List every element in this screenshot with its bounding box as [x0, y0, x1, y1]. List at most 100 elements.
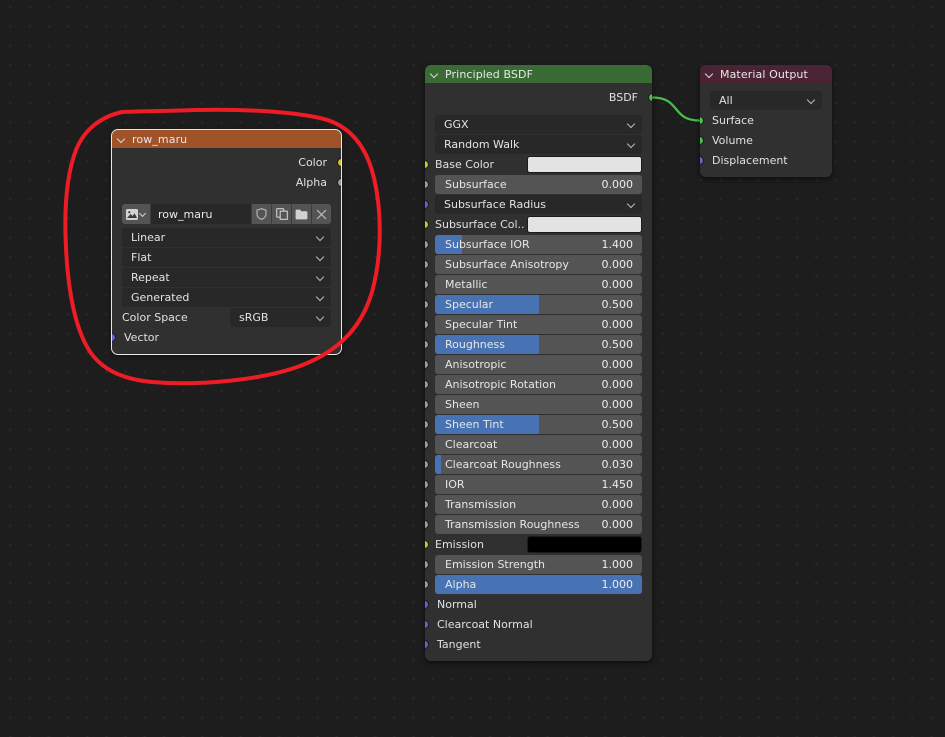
principled-input-rows: Base Color Subsurface 0.000 Subsurface Radi…: [425, 155, 652, 654]
distribution-enum[interactable]: GGX: [435, 115, 642, 134]
socket-output-bsdf[interactable]: [648, 93, 652, 102]
input-row-subsurface-col[interactable]: Subsurface Col..: [435, 215, 642, 234]
distribution-enum-row[interactable]: GGX: [435, 115, 642, 134]
fake-user-button[interactable]: [251, 204, 271, 224]
slider-alpha[interactable]: Alpha 1.000: [435, 575, 642, 594]
unlink-image-button[interactable]: [311, 204, 331, 224]
chevron-down-icon[interactable]: [706, 70, 715, 79]
material-output-node[interactable]: Material Output All Surface Volume Displ…: [700, 65, 832, 177]
chevron-down-icon: [628, 141, 636, 149]
input-row-specular[interactable]: Specular 0.500: [435, 295, 642, 314]
slider-specular[interactable]: Specular 0.500: [435, 295, 642, 314]
color-space-row[interactable]: Color Space sRGB: [122, 308, 331, 327]
slider-anisotropic-rotation[interactable]: Anisotropic Rotation 0.000: [435, 375, 642, 394]
input-row-subsurface[interactable]: Subsurface 0.000: [435, 175, 642, 194]
chevron-down-icon[interactable]: [431, 70, 440, 79]
input-row-anisotropic[interactable]: Anisotropic 0.000: [435, 355, 642, 374]
slider-label: Alpha: [445, 578, 477, 591]
color-space-enum-value: sRGB: [239, 311, 269, 324]
input-row-metallic[interactable]: Metallic 0.000: [435, 275, 642, 294]
slider-clearcoat[interactable]: Clearcoat 0.000: [435, 435, 642, 454]
input-row-subsurface-ior[interactable]: Subsurface IOR 1.400: [435, 235, 642, 254]
principled-bsdf-node-header[interactable]: Principled BSDF: [425, 65, 652, 83]
input-row-emission[interactable]: Emission: [435, 535, 642, 554]
interpolation-enum-row[interactable]: Linear: [122, 228, 331, 247]
source-enum[interactable]: Generated: [122, 288, 331, 307]
socket-output-alpha[interactable]: [337, 178, 341, 187]
input-row-emission-strength[interactable]: Emission Strength 1.000: [435, 555, 642, 574]
slider-metallic[interactable]: Metallic 0.000: [435, 275, 642, 294]
input-row-alpha[interactable]: Alpha 1.000: [435, 575, 642, 594]
slider-transmission[interactable]: Transmission 0.000: [435, 495, 642, 514]
image-name-field[interactable]: row_maru: [151, 204, 251, 224]
slider-emission-strength[interactable]: Emission Strength 1.000: [435, 555, 642, 574]
subsurface-method-enum-row[interactable]: Random Walk: [435, 135, 642, 154]
image-icon-button[interactable]: [122, 204, 151, 224]
extension-enum-row[interactable]: Repeat: [122, 268, 331, 287]
input-row-subsurface-radius[interactable]: Subsurface Radius: [435, 195, 642, 214]
input-row-clearcoat-roughness[interactable]: Clearcoat Roughness 0.030: [435, 455, 642, 474]
slider-subsurface-anisotropy[interactable]: Subsurface Anisotropy 0.000: [435, 255, 642, 274]
input-label-displacement: Displacement: [712, 154, 788, 167]
slider-label: Clearcoat: [445, 438, 498, 451]
slider-anisotropic[interactable]: Anisotropic 0.000: [435, 355, 642, 374]
slider-specular-tint[interactable]: Specular Tint 0.000: [435, 315, 642, 334]
color-swatch-emission[interactable]: [527, 536, 642, 553]
input-label-surface: Surface: [712, 114, 754, 127]
chevron-down-icon: [317, 254, 325, 262]
projection-enum-row[interactable]: Flat: [122, 248, 331, 267]
color-space-enum[interactable]: sRGB: [230, 308, 331, 327]
image-texture-node-header[interactable]: row_maru: [112, 130, 341, 148]
slider-value: 0.000: [601, 398, 634, 411]
socket-output-color[interactable]: [337, 158, 341, 167]
slider-value: 1.450: [601, 478, 634, 491]
color-swatch-subsurface-col[interactable]: [527, 216, 642, 233]
slider-label: Subsurface: [445, 178, 507, 191]
chevron-down-icon: [628, 121, 636, 129]
slider-transmission-roughness[interactable]: Transmission Roughness 0.000: [435, 515, 642, 534]
input-label: Normal: [437, 598, 477, 611]
output-label-bsdf: BSDF: [608, 91, 638, 104]
input-label: Clearcoat Normal: [437, 618, 533, 631]
slider-value: 0.030: [601, 458, 634, 471]
slider-sheen-tint[interactable]: Sheen Tint 0.500: [435, 415, 642, 434]
image-texture-node[interactable]: row_maru Color Alpha row_maru Linear Fla…: [111, 129, 342, 355]
dropdown-subsurface-radius[interactable]: Subsurface Radius: [435, 195, 642, 214]
input-row-transmission-roughness[interactable]: Transmission Roughness 0.000: [435, 515, 642, 534]
target-enum-row[interactable]: All: [710, 91, 822, 110]
slider-clearcoat-roughness[interactable]: Clearcoat Roughness 0.030: [435, 455, 642, 474]
input-row-transmission[interactable]: Transmission 0.000: [435, 495, 642, 514]
subsurface-method-enum[interactable]: Random Walk: [435, 135, 642, 154]
open-image-button[interactable]: [291, 204, 311, 224]
projection-enum[interactable]: Flat: [122, 248, 331, 267]
target-enum[interactable]: All: [710, 91, 822, 110]
input-row-sheen[interactable]: Sheen 0.000: [435, 395, 642, 414]
chevron-down-icon[interactable]: [118, 135, 127, 144]
input-row-roughness[interactable]: Roughness 0.500: [435, 335, 642, 354]
image-icon: [125, 208, 138, 220]
slider-ior[interactable]: IOR 1.450: [435, 475, 642, 494]
new-image-button[interactable]: [271, 204, 291, 224]
extension-enum[interactable]: Repeat: [122, 268, 331, 287]
input-row-sheen-tint[interactable]: Sheen Tint 0.500: [435, 415, 642, 434]
node-editor-canvas[interactable]: row_maru Color Alpha row_maru Linear Fla…: [0, 0, 945, 737]
material-output-node-header[interactable]: Material Output: [700, 65, 832, 83]
input-row-clearcoat[interactable]: Clearcoat 0.000: [435, 435, 642, 454]
chevron-down-icon[interactable]: [138, 209, 147, 218]
slider-label: Transmission: [445, 498, 517, 511]
material-output-node-title: Material Output: [720, 67, 808, 81]
slider-roughness[interactable]: Roughness 0.500: [435, 335, 642, 354]
input-row-anisotropic-rotation[interactable]: Anisotropic Rotation 0.000: [435, 375, 642, 394]
input-row-ior[interactable]: IOR 1.450: [435, 475, 642, 494]
input-row-subsurface-anisotropy[interactable]: Subsurface Anisotropy 0.000: [435, 255, 642, 274]
principled-bsdf-node[interactable]: Principled BSDF BSDF GGX Random Walk Bas…: [425, 65, 652, 661]
slider-subsurface-ior[interactable]: Subsurface IOR 1.400: [435, 235, 642, 254]
slider-subsurface[interactable]: Subsurface 0.000: [435, 175, 642, 194]
source-enum-row[interactable]: Generated: [122, 288, 331, 307]
input-row-base-color[interactable]: Base Color: [435, 155, 642, 174]
color-swatch-base-color[interactable]: [527, 156, 642, 173]
interpolation-enum[interactable]: Linear: [122, 228, 331, 247]
input-row-specular-tint[interactable]: Specular Tint 0.000: [435, 315, 642, 334]
image-datablock-row[interactable]: row_maru: [122, 204, 331, 224]
slider-sheen[interactable]: Sheen 0.000: [435, 395, 642, 414]
